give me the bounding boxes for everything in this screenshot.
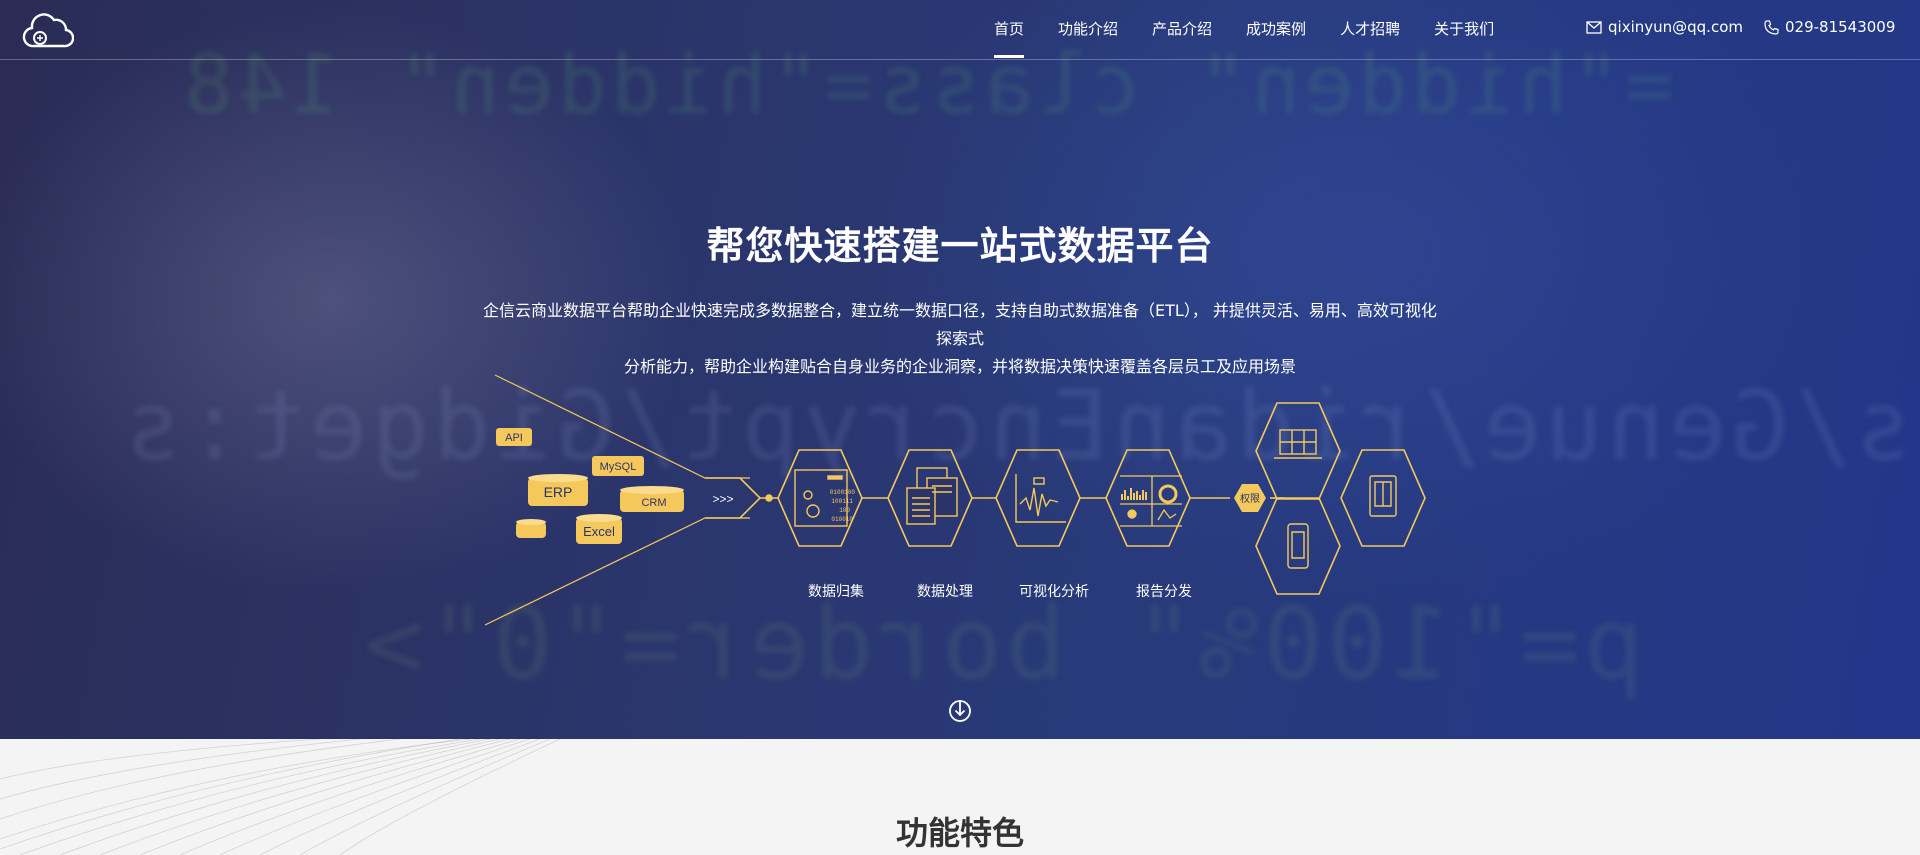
hero-banner: ="hidden" class="hidden" 148 s/Genue/rid… bbox=[0, 0, 1920, 739]
source-erp: ERP bbox=[544, 484, 573, 500]
phone-icon bbox=[1764, 19, 1779, 35]
source-excel: Excel bbox=[583, 524, 615, 539]
line-chart-icon bbox=[1015, 474, 1066, 523]
hero-description: 企信云商业数据平台帮助企业快速完成多数据整合，建立统一数据口径，支持自助式数据准… bbox=[480, 297, 1440, 381]
mail-icon bbox=[1586, 20, 1602, 34]
permission-label: 权限 bbox=[1240, 492, 1260, 505]
nav-item-home[interactable]: 首页 bbox=[994, 0, 1025, 60]
mobile-icon bbox=[1287, 523, 1309, 569]
top-navbar: 首页 功能介绍 产品介绍 成功案例 人才招聘 关于我们 qixinyun@qq.… bbox=[0, 0, 1920, 60]
hero-description-line: 企信云商业数据平台帮助企业快速完成多数据整合，建立统一数据口径，支持自助式数据准… bbox=[483, 301, 1437, 348]
nav-item-features[interactable]: 功能介绍 bbox=[1058, 0, 1118, 60]
nav-item-about[interactable]: 关于我们 bbox=[1434, 0, 1494, 60]
binary-line: 100111 bbox=[831, 498, 853, 505]
hero-title: 帮您快速搭建一站式数据平台 bbox=[706, 224, 1214, 268]
cloud-logo-icon[interactable] bbox=[22, 10, 75, 52]
source-mysql: MySQL bbox=[600, 461, 637, 473]
arrow-symbol: >>> bbox=[712, 492, 733, 506]
document-stack-icon bbox=[906, 467, 958, 525]
features-section: 功能特色 bbox=[0, 739, 1920, 855]
nav-item-careers[interactable]: 人才招聘 bbox=[1340, 0, 1400, 60]
hexagon-report bbox=[1105, 449, 1191, 547]
binary-line: 100 bbox=[839, 507, 850, 514]
source-api: API bbox=[505, 432, 523, 444]
phone-text: 029-81543009 bbox=[1785, 18, 1896, 36]
hexagon-desktop bbox=[1255, 402, 1341, 500]
main-nav: 首页 功能介绍 产品介绍 成功案例 人才招聘 关于我们 bbox=[994, 0, 1528, 60]
stage-label-process: 数据处理 bbox=[917, 584, 973, 600]
email-text: qixinyun@qq.com bbox=[1608, 18, 1743, 36]
hexagon-visual bbox=[995, 449, 1081, 547]
binary-line: 010010 bbox=[831, 516, 853, 523]
nav-item-products[interactable]: 产品介绍 bbox=[1152, 0, 1212, 60]
hexagon-mobile bbox=[1255, 497, 1341, 595]
contact-email[interactable]: qixinyun@qq.com bbox=[1586, 18, 1743, 36]
binary-line: 0100100 bbox=[830, 489, 856, 496]
dashboard-icon bbox=[1120, 475, 1182, 527]
source-crm: CRM bbox=[641, 497, 666, 509]
tablet-icon bbox=[1369, 475, 1397, 517]
stage-label-visual: 可视化分析 bbox=[1019, 584, 1089, 600]
section-title: 功能特色 bbox=[895, 814, 1024, 852]
nav-item-cases[interactable]: 成功案例 bbox=[1246, 0, 1306, 60]
scroll-down-icon[interactable] bbox=[948, 698, 972, 722]
laptop-icon bbox=[1274, 429, 1322, 459]
stage-label-collect: 数据归集 bbox=[808, 584, 864, 600]
stage-label-report: 报告分发 bbox=[1136, 584, 1192, 600]
contact-phone[interactable]: 029-81543009 bbox=[1764, 18, 1895, 36]
